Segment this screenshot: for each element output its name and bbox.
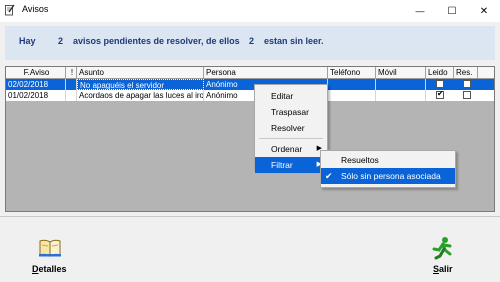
detalles-button[interactable]: Detalles [28, 238, 74, 278]
leido-checkbox[interactable] [436, 80, 444, 88]
submenu-item-resueltos[interactable]: Resueltos [321, 152, 455, 168]
banner-end-text: estan sin leer. [264, 36, 324, 46]
menu-item-filtrar[interactable]: Filtrar ▶ [255, 157, 327, 173]
banner-middle-text: avisos pendientes de resolver, de ellos [73, 36, 240, 46]
context-menu: Editar Traspasar Resolver Ordenar ▶ Filt… [254, 84, 328, 173]
banner-count-total: 2 [58, 36, 64, 46]
column-header-persona[interactable]: Persona [204, 67, 328, 78]
submenu-item-sin-persona[interactable]: ✔ Sólo sin persona asociada [321, 168, 455, 184]
column-header-asunto[interactable]: Asunto [77, 67, 204, 78]
banner-hay: Hay [19, 36, 36, 46]
banner-count-unread: 2 [249, 36, 255, 46]
cell-flag [66, 90, 77, 101]
cell-asunto: Acordaos de apagar las luces al iro [79, 90, 204, 101]
open-book-icon [38, 238, 62, 260]
maximize-button[interactable]: ☐ [436, 0, 468, 22]
cell-telefono [328, 79, 376, 90]
column-header-telefono[interactable]: Teléfono [328, 67, 376, 78]
close-icon: ✕ [479, 5, 489, 17]
running-man-exit-icon [430, 236, 454, 262]
close-button[interactable]: ✕ [468, 0, 500, 22]
notepad-edit-icon [5, 4, 15, 16]
salir-label: Salir [433, 264, 453, 274]
res-checkbox[interactable] [463, 80, 471, 88]
table-header: F.Aviso ! Asunto Persona Teléfono Móvil … [6, 67, 494, 79]
column-header-flag[interactable]: ! [66, 67, 77, 78]
res-checkbox[interactable] [463, 91, 471, 99]
maximize-icon: ☐ [447, 5, 457, 17]
cell-movil [376, 79, 426, 90]
menu-item-traspasar[interactable]: Traspasar [255, 104, 327, 120]
column-header-res[interactable]: Res. [454, 67, 478, 78]
column-header-movil[interactable]: Móvil [376, 67, 426, 78]
minimize-icon: — [415, 6, 425, 16]
cell-fecha: 01/02/2018 [6, 90, 66, 101]
toolbar-divider [0, 216, 500, 217]
checkmark-icon: ✔ [325, 171, 333, 181]
table-row[interactable]: 01/02/2018 Acordaos de apagar las luces … [6, 89, 494, 101]
avisos-table[interactable]: F.Aviso ! Asunto Persona Teléfono Móvil … [5, 66, 495, 212]
cell-telefono [328, 90, 376, 101]
cell-fecha: 02/02/2018 [6, 79, 66, 90]
menu-item-ordenar-label: Ordenar [271, 144, 303, 154]
cell-asunto: No apaguéis el servidor [77, 79, 204, 90]
cell-movil [376, 90, 426, 101]
submenu-item-sin-persona-label: Sólo sin persona asociada [341, 171, 441, 181]
cell-flag [66, 79, 77, 90]
column-header-leido[interactable]: Leido [426, 67, 454, 78]
summary-banner: Hay 2 avisos pendientes de resolver, de … [5, 26, 495, 60]
menu-item-ordenar[interactable]: Ordenar ▶ [255, 141, 327, 157]
menu-item-resolver[interactable]: Resolver [255, 120, 327, 136]
window-title: Avisos [22, 4, 49, 14]
salir-button[interactable]: Salir [424, 236, 464, 278]
table-row[interactable]: 02/02/2018 No apaguéis el servidor Anóni… [6, 79, 494, 90]
minimize-button[interactable]: — [404, 0, 436, 22]
menu-item-editar[interactable]: Editar [255, 88, 327, 104]
leido-checkbox[interactable] [436, 89, 444, 99]
filtrar-submenu: Resueltos ✔ Sólo sin persona asociada [320, 150, 456, 188]
column-header-fecha[interactable]: F.Aviso [6, 67, 66, 78]
menu-item-filtrar-label: Filtrar [271, 160, 293, 170]
detalles-label: Detalles [32, 264, 67, 274]
menu-separator [259, 138, 323, 139]
